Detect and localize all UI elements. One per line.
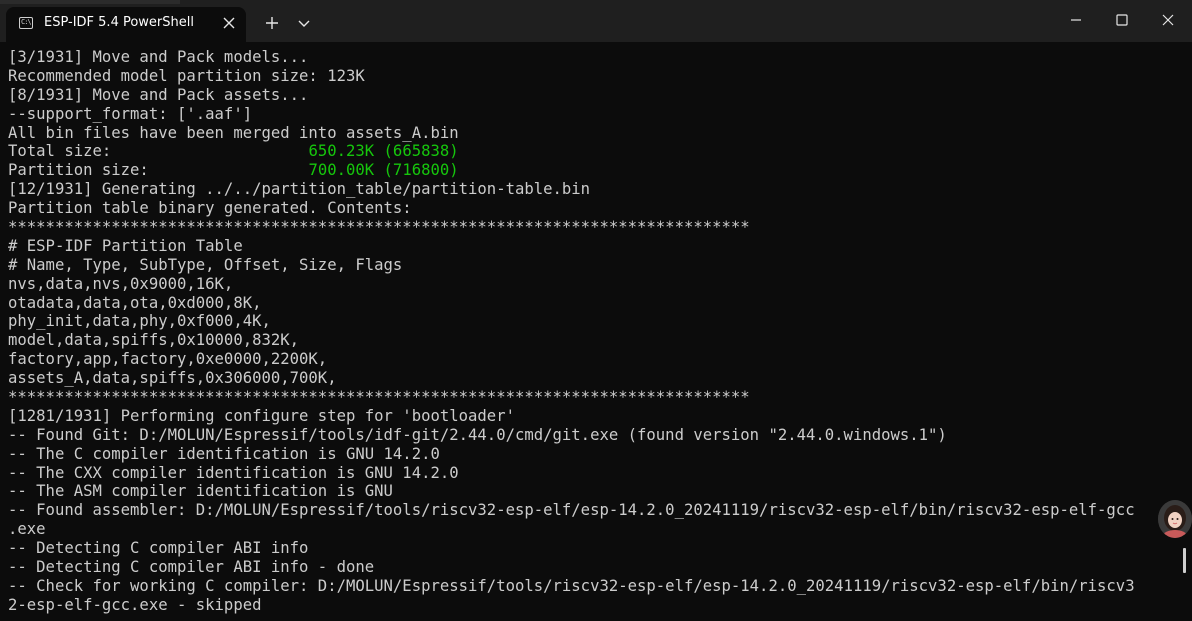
close-icon[interactable]: [1154, 8, 1182, 32]
terminal-line-text: [12/1931] Generating ../../partition_tab…: [8, 180, 591, 199]
avatar[interactable]: [1158, 500, 1192, 538]
terminal-line: phy_init,data,phy,0xf000,4K,: [8, 312, 1184, 331]
terminal-line: -- Found Git: D:/MOLUN/Espressif/tools/i…: [8, 426, 1184, 445]
terminal-line: factory,app,factory,0xe0000,2200K,: [8, 350, 1184, 369]
terminal-icon-glyph: C:\: [21, 18, 32, 26]
terminal-line-text: -- Found Git: D:/MOLUN/Espressif/tools/i…: [8, 425, 947, 444]
terminal-line: assets_A,data,spiffs,0x306000,700K,: [8, 369, 1184, 388]
terminal-line-text: phy_init,data,phy,0xf000,4K,: [8, 312, 271, 331]
title-bar-shadow: [0, 0, 180, 4]
title-bar[interactable]: C:\ ESP-IDF 5.4 PowerShell: [0, 0, 1192, 42]
terminal-line-text: Total size:: [8, 142, 309, 161]
terminal-line-text: -- Found assembler: D:/MOLUN/Espressif/t…: [8, 501, 1135, 520]
terminal-line: [8/1931] Move and Pack assets...: [8, 86, 1184, 105]
terminal-line: Total size: 650.23K (665838): [8, 142, 1184, 161]
terminal-line-value: 650.23K (665838): [308, 142, 459, 161]
terminal-line: -- The CXX compiler identification is GN…: [8, 464, 1184, 483]
terminal-line: All bin files have been merged into asse…: [8, 124, 1184, 143]
terminal-icon: C:\: [19, 17, 33, 29]
terminal-line: [12/1931] Generating ../../partition_tab…: [8, 180, 1184, 199]
terminal-line: -- The ASM compiler identification is GN…: [8, 482, 1184, 501]
terminal-line-text: ****************************************…: [8, 388, 750, 407]
terminal-line: -- Check for working C compiler: D:/MOLU…: [8, 577, 1184, 596]
maximize-icon[interactable]: [1108, 8, 1136, 32]
terminal-line: 2-esp-elf-gcc.exe - skipped: [8, 596, 1184, 615]
terminal-line: otadata,data,ota,0xd000,8K,: [8, 294, 1184, 313]
chevron-down-icon[interactable]: [295, 14, 313, 32]
terminal-line: Partition size: 700.00K (716800): [8, 161, 1184, 180]
scrollbar-thumb[interactable]: [1183, 548, 1186, 573]
terminal-window: C:\ ESP-IDF 5.4 PowerShell [3/1931] Move…: [0, 0, 1192, 621]
terminal-line-text: nvs,data,nvs,0x9000,16K,: [8, 274, 234, 293]
terminal-line: ****************************************…: [8, 218, 1184, 237]
terminal-line: -- Detecting C compiler ABI info: [8, 539, 1184, 558]
terminal-line-text: [8/1931] Move and Pack assets...: [8, 85, 309, 104]
terminal-line-text: -- Check for working C compiler: D:/MOLU…: [8, 576, 1135, 595]
tab-powershell[interactable]: C:\ ESP-IDF 5.4 PowerShell: [6, 7, 246, 42]
terminal-line-text: -- The C compiler identification is GNU …: [8, 444, 440, 463]
terminal-line-text: # ESP-IDF Partition Table: [8, 236, 243, 255]
terminal-line: Recommended model partition size: 123K: [8, 67, 1184, 86]
terminal-line-text: # Name, Type, SubType, Offset, Size, Fla…: [8, 255, 403, 274]
terminal-line-text: Partition size:: [8, 161, 309, 180]
terminal-line-text: Partition table binary generated. Conten…: [8, 199, 412, 218]
plus-icon[interactable]: [262, 13, 282, 33]
close-icon[interactable]: [219, 13, 239, 33]
terminal-line: # Name, Type, SubType, Offset, Size, Fla…: [8, 256, 1184, 275]
terminal-line: -- Found assembler: D:/MOLUN/Espressif/t…: [8, 501, 1184, 520]
terminal-line: [1281/1931] Performing configure step fo…: [8, 407, 1184, 426]
terminal-line-text: factory,app,factory,0xe0000,2200K,: [8, 350, 328, 369]
terminal-line-text: 2-esp-elf-gcc.exe - skipped: [8, 595, 262, 614]
terminal-line-text: assets_A,data,spiffs,0x306000,700K,: [8, 369, 337, 388]
terminal-line-text: otadata,data,ota,0xd000,8K,: [8, 293, 262, 312]
terminal-output[interactable]: [3/1931] Move and Pack models... Recommen…: [8, 48, 1184, 621]
terminal-line-text: [1281/1931] Performing configure step fo…: [8, 406, 515, 425]
terminal-line: Partition table binary generated. Conten…: [8, 199, 1184, 218]
terminal-line-text: Recommended model partition size: 123K: [8, 66, 365, 85]
terminal-line-text: ****************************************…: [8, 218, 750, 237]
terminal-line: # ESP-IDF Partition Table: [8, 237, 1184, 256]
tab-title: ESP-IDF 5.4 PowerShell: [44, 15, 194, 30]
terminal-line: -- The C compiler identification is GNU …: [8, 445, 1184, 464]
minimize-icon[interactable]: [1062, 8, 1090, 32]
terminal-line-text: -- Detecting C compiler ABI info: [8, 539, 309, 558]
terminal-line: .exe: [8, 520, 1184, 539]
terminal-line-text: -- The CXX compiler identification is GN…: [8, 463, 459, 482]
terminal-line-value: 700.00K (716800): [308, 161, 459, 180]
terminal-line-text: -- Detecting C compiler ABI info - done: [8, 558, 375, 577]
terminal-line-text: --support_format: ['.aaf']: [8, 104, 253, 123]
terminal-line: model,data,spiffs,0x10000,832K,: [8, 331, 1184, 350]
terminal-line-text: -- The ASM compiler identification is GN…: [8, 482, 393, 501]
terminal-line-text: model,data,spiffs,0x10000,832K,: [8, 331, 300, 350]
terminal-line: nvs,data,nvs,0x9000,16K,: [8, 275, 1184, 294]
terminal-line: [3/1931] Move and Pack models...: [8, 48, 1184, 67]
terminal-line: -- Detecting C compiler ABI info - done: [8, 558, 1184, 577]
terminal-line-text: .exe: [8, 520, 46, 539]
terminal-line-text: All bin files have been merged into asse…: [8, 123, 459, 142]
terminal-line: --support_format: ['.aaf']: [8, 105, 1184, 124]
terminal-line-text: [3/1931] Move and Pack models...: [8, 48, 309, 66]
terminal-line: ****************************************…: [8, 388, 1184, 407]
